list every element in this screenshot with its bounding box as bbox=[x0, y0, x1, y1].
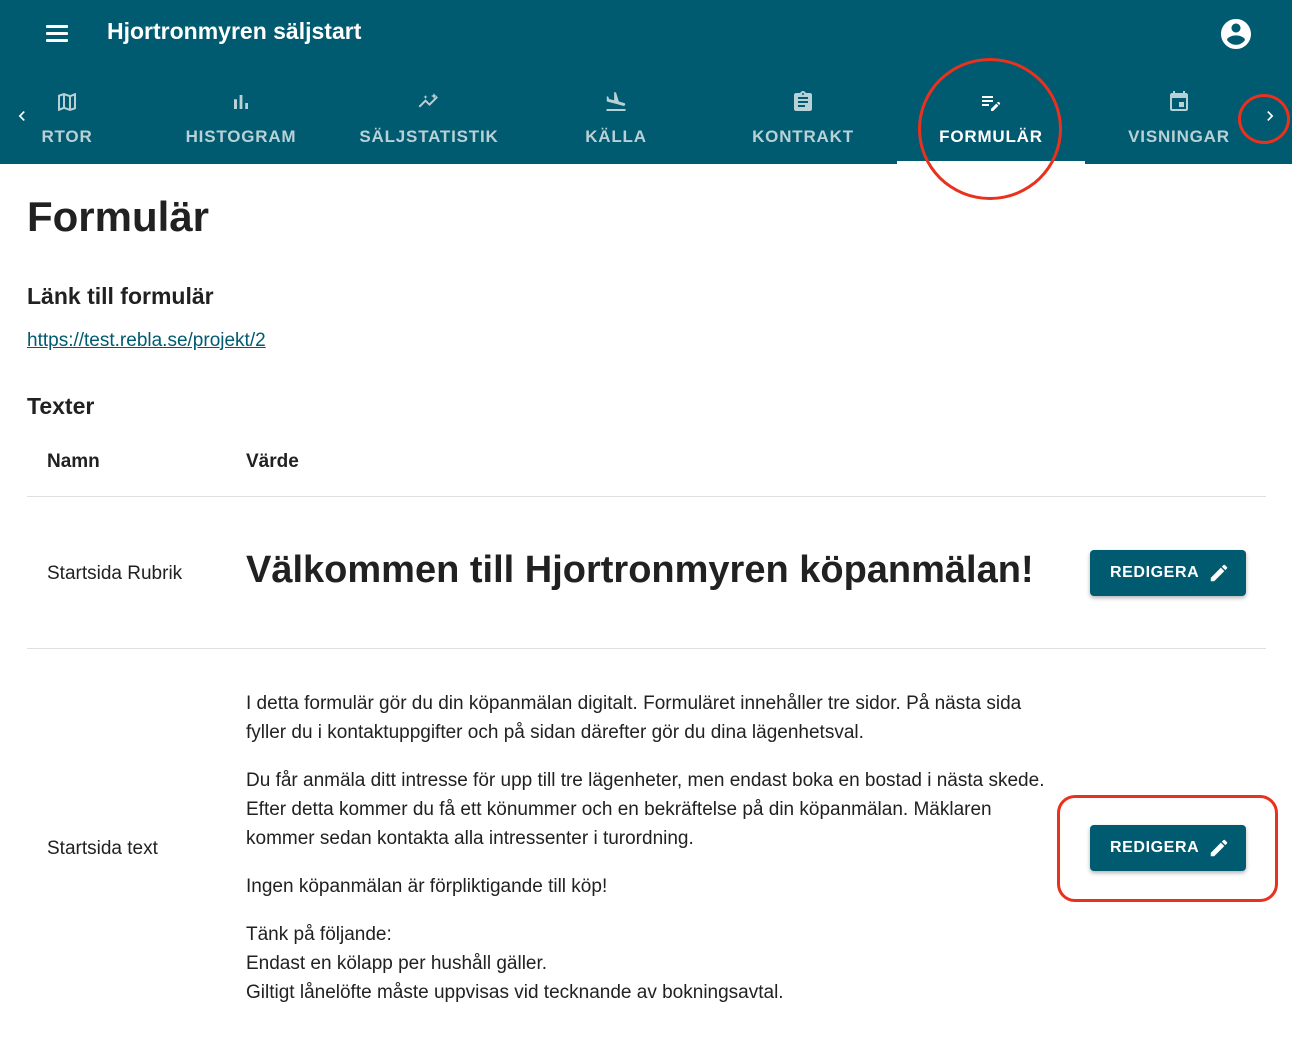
column-header-name: Namn bbox=[47, 451, 100, 472]
insights-icon bbox=[418, 93, 438, 108]
page-title: Formulär bbox=[27, 193, 210, 240]
calendar-icon bbox=[1170, 91, 1188, 111]
tab-label: HISTOGRAM bbox=[185, 127, 297, 146]
chevron-left-icon[interactable] bbox=[0, 68, 44, 164]
tab-label: SÄLJSTATISTIK bbox=[359, 127, 499, 146]
tab-histogram[interactable]: HISTOGRAM bbox=[147, 68, 335, 164]
bar-chart-icon bbox=[234, 95, 248, 109]
map-icon bbox=[58, 93, 76, 111]
edit-button-label: REDIGERA bbox=[1110, 564, 1200, 581]
header-divider bbox=[27, 496, 1266, 497]
annotation-circle-formular-tab bbox=[918, 58, 1062, 200]
form-link[interactable]: https://test.rebla.se/projekt/2 bbox=[27, 330, 266, 352]
text-line: Endast en kölapp per hushåll gäller. bbox=[246, 953, 548, 974]
text-paragraph: Du får anmäla ditt intresse för upp till… bbox=[246, 770, 1045, 849]
row-value-startsida-rubrik: Välkommen till Hjortronmyren köpanmälan! bbox=[246, 549, 1034, 591]
tab-label: KONTRAKT bbox=[752, 127, 854, 146]
row-divider bbox=[27, 648, 1266, 649]
tab-kalla[interactable]: KÄLLA bbox=[522, 68, 710, 164]
text-line: Giltigt lånelöfte måste uppvisas vid tec… bbox=[246, 982, 784, 1003]
menu-icon[interactable] bbox=[38, 16, 76, 52]
pencil-icon bbox=[1210, 564, 1228, 582]
tab-label: KÄLLA bbox=[585, 127, 647, 146]
row-value-startsida-text: I detta formulär gör du din köpanmälan d… bbox=[246, 689, 1046, 1007]
row-name-startsida-rubrik: Startsida Rubrik bbox=[47, 563, 183, 584]
text-paragraph: I detta formulär gör du din köpanmälan d… bbox=[246, 693, 1022, 743]
text-paragraph: Ingen köpanmälan är förpliktigande till … bbox=[246, 876, 608, 897]
row-name-startsida-text: Startsida text bbox=[47, 838, 158, 859]
edit-button-startsida-rubrik[interactable]: REDIGERA bbox=[1090, 550, 1246, 596]
tab-kontrakt[interactable]: KONTRAKT bbox=[709, 68, 897, 164]
account-circle-icon[interactable] bbox=[1218, 16, 1254, 52]
column-header-value: Värde bbox=[246, 451, 299, 472]
assignment-icon bbox=[794, 91, 812, 111]
flight-land-icon bbox=[606, 92, 626, 111]
app-title: Hjortronmyren säljstart bbox=[107, 18, 362, 44]
texts-section-title: Texter bbox=[27, 393, 95, 419]
toolbar: Hjortronmyren säljstart bbox=[0, 0, 1292, 68]
annotation-circle-scroll-right bbox=[1238, 94, 1290, 144]
app-bar: Hjortronmyren säljstart RTOR HISTOGRAM S… bbox=[0, 0, 1292, 164]
annotation-box-edit-button bbox=[1057, 795, 1278, 902]
tab-saljstatistik[interactable]: SÄLJSTATISTIK bbox=[335, 68, 523, 164]
link-section-title: Länk till formulär bbox=[27, 283, 214, 309]
text-line: Tänk på följande: bbox=[246, 924, 392, 945]
tab-bar: RTOR HISTOGRAM SÄLJSTATISTIK KÄLLA KONTR… bbox=[0, 68, 1292, 164]
